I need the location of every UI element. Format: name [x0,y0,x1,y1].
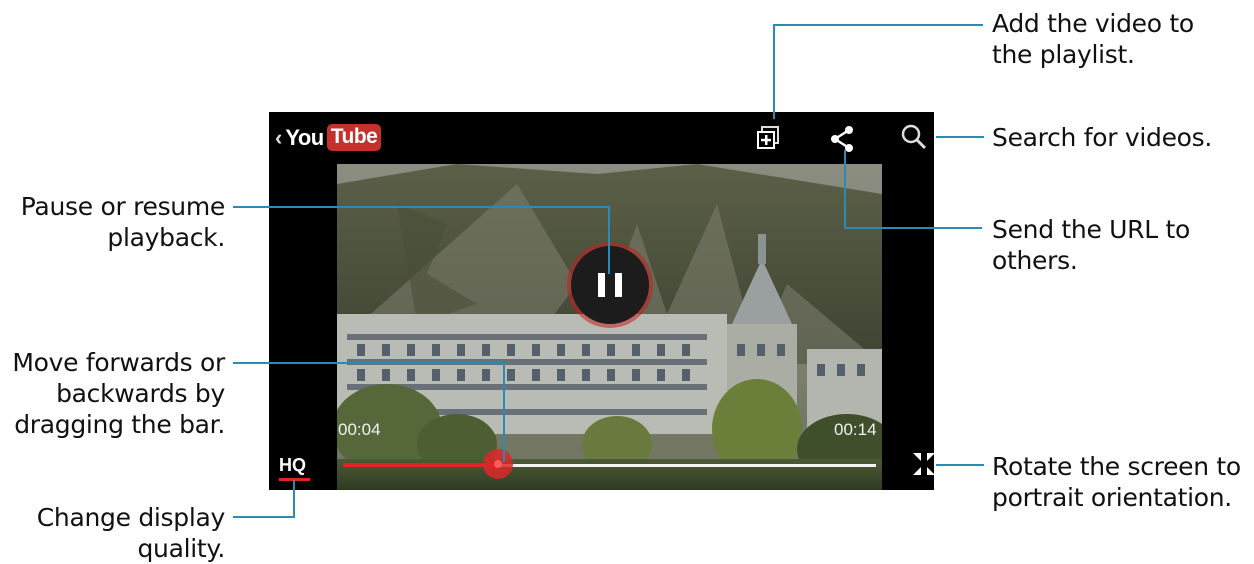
leader-share-v [844,150,846,228]
leader-share-h [844,227,982,229]
callout-text: playback. [107,223,225,252]
search-button[interactable] [899,122,929,152]
callout-quality: Change display quality. [36,502,226,564]
leader-pause-h [233,206,609,208]
leader-pause-v [608,206,610,274]
chevron-left-icon[interactable]: ‹ [275,125,282,151]
callout-text: Rotate the screen to [992,452,1241,481]
callout-seek: Move forwards or backwards by dragging t… [12,347,225,440]
rotate-shrink-icon [913,453,934,475]
current-time: 00:04 [338,420,381,439]
leader-quality-v [293,480,295,518]
youtube-logo[interactable]: ‹ You Tube [275,124,382,151]
logo-you-text: You [285,124,324,150]
leader-rotate [936,464,984,466]
callout-text: quality. [137,534,225,563]
logo-tube-text: Tube [326,124,382,151]
hq-button[interactable]: HQ [279,455,306,476]
total-time: 00:14 [834,420,877,439]
callout-text: Send the URL to [992,215,1191,244]
callout-share: Send the URL to others. [992,214,1190,276]
leader-quality-h [233,516,295,518]
callout-add-playlist: Add the video to the playlist. [992,8,1194,70]
leader-add-playlist [773,24,775,119]
callout-pause: Pause or resume playback. [20,191,226,253]
search-icon [901,124,927,150]
add-to-playlist-button[interactable] [755,124,783,152]
callout-text: Move forwards or [12,348,225,377]
callout-text: Add the video to [992,9,1194,38]
leader-add-playlist-h [773,24,983,26]
callout-search: Search for videos. [992,122,1212,153]
video-player-screen: ‹ You Tube 00:04 00:14 HQ [269,112,934,490]
rotate-button[interactable] [910,450,934,478]
leader-seek-v [503,362,505,462]
leader-search [936,136,984,138]
seek-bar-progress [343,463,498,467]
share-button[interactable] [828,124,858,154]
share-icon [831,126,853,152]
pause-icon [598,273,605,297]
callout-text: Search for videos. [992,123,1213,152]
callout-text: dragging the bar. [14,410,225,439]
callout-text: the playlist. [992,40,1135,69]
callout-text: backwards by [56,379,225,408]
seek-bar-thumb-center [493,460,502,468]
callout-rotate: Rotate the screen to portrait orientatio… [992,451,1241,513]
top-bar: ‹ You Tube [269,112,934,164]
add-to-playlist-icon [757,126,779,149]
pause-icon-bar [615,273,622,297]
leader-seek-h [233,362,505,364]
callout-text: others. [992,246,1078,275]
callout-text: Change display [36,503,226,532]
pause-button[interactable] [571,246,649,324]
callout-text: Pause or resume [20,192,226,221]
callout-text: portrait orientation. [992,483,1232,512]
